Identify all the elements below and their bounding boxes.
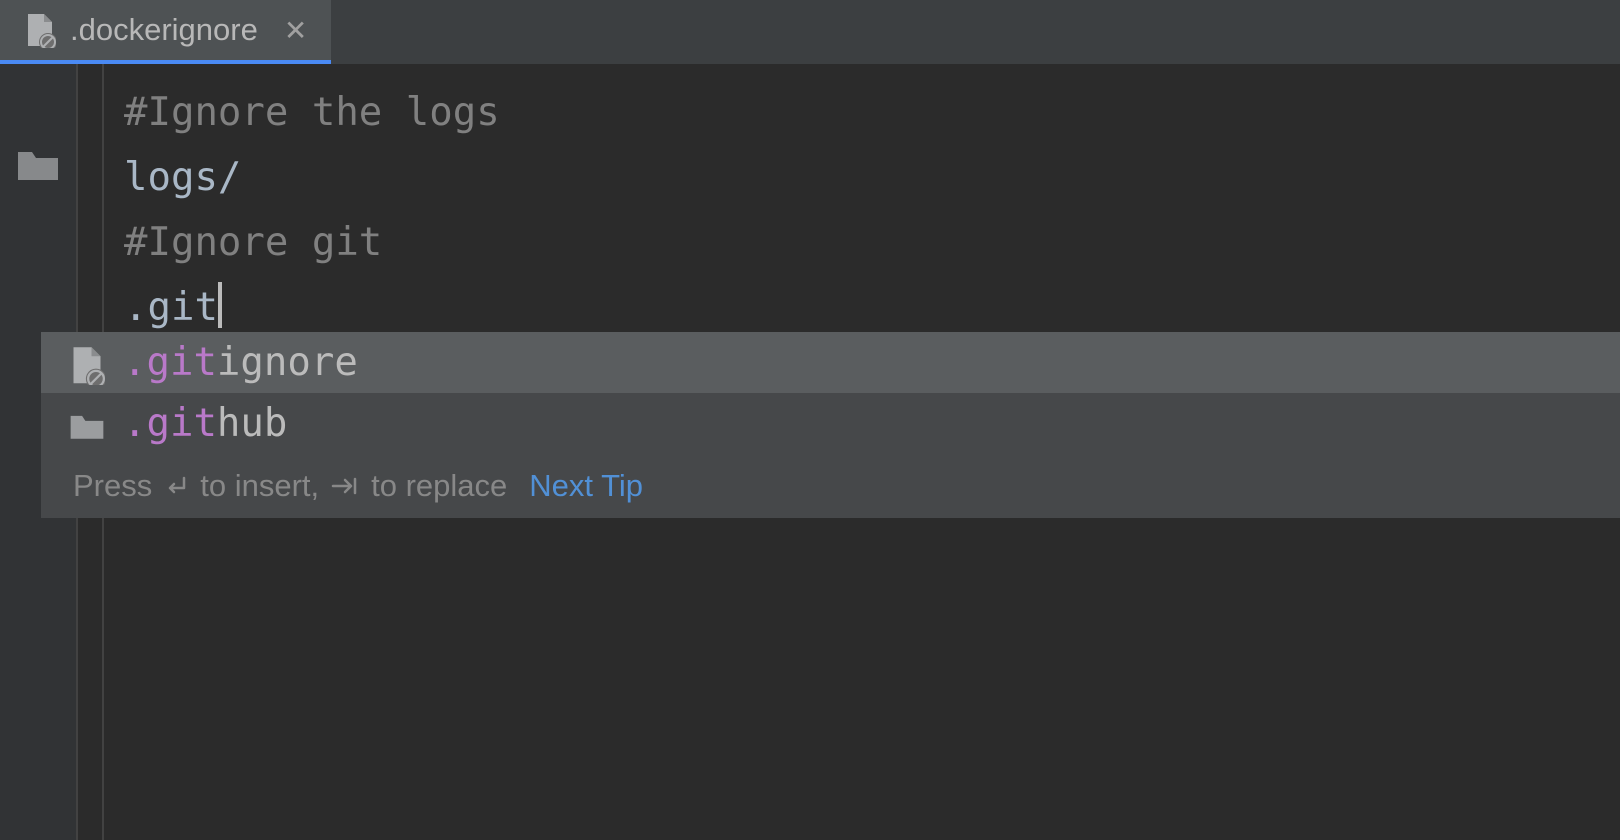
tab-key-icon: [329, 475, 361, 497]
autocomplete-label: .gitignore: [123, 340, 358, 385]
autocomplete-match: .git: [123, 401, 217, 446]
autocomplete-rest: ignore: [217, 340, 358, 385]
hint-text: Press: [73, 468, 152, 504]
hint-text: to insert,: [200, 468, 319, 504]
folder-icon[interactable]: [16, 146, 60, 182]
tab-bar: .dockerignore ✕: [0, 0, 1620, 64]
file-ignore-icon: [24, 12, 56, 48]
code-line: #Ignore git: [124, 210, 1600, 275]
enter-key-icon: [162, 472, 190, 500]
autocomplete-match: .git: [123, 340, 217, 385]
tab-label: .dockerignore: [70, 12, 258, 48]
code-line: #Ignore the logs: [124, 80, 1600, 145]
text-cursor: [218, 282, 222, 328]
next-tip-link[interactable]: Next Tip: [529, 468, 643, 504]
code-line: .git: [124, 275, 1600, 340]
autocomplete-hint: Press to insert, to replace Next Tip: [41, 454, 1620, 518]
hint-text: to replace: [371, 468, 507, 504]
autocomplete-rest: hub: [217, 401, 287, 446]
autocomplete-label: .github: [123, 401, 287, 446]
folder-icon: [69, 406, 105, 442]
code-text: .git: [124, 285, 218, 330]
autocomplete-popup: .gitignore .github Press to insert, to r…: [41, 332, 1620, 518]
autocomplete-item-gitignore[interactable]: .gitignore: [41, 332, 1620, 393]
close-icon[interactable]: ✕: [284, 14, 307, 47]
tab-dockerignore[interactable]: .dockerignore ✕: [0, 0, 331, 64]
code-line: logs/: [124, 145, 1600, 210]
file-ignore-icon: [69, 345, 105, 381]
autocomplete-item-github[interactable]: .github: [41, 393, 1620, 454]
